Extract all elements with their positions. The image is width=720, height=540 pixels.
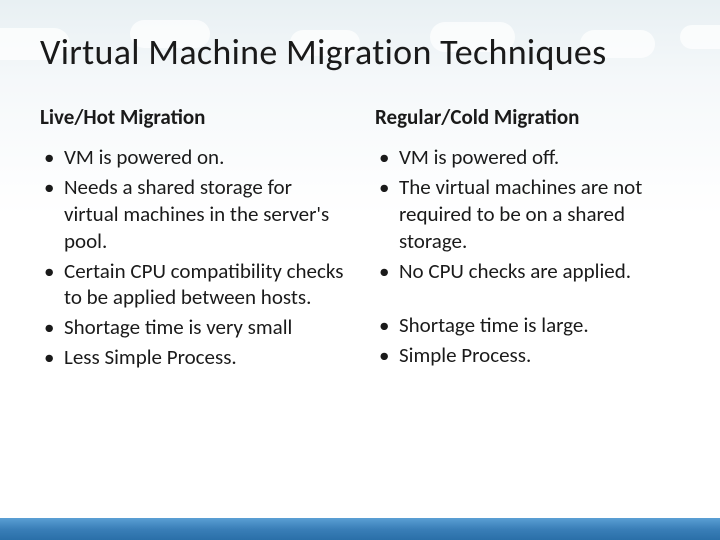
list-item: Less Simple Process. [40, 344, 345, 371]
list-item: Shortage time is large. [375, 312, 680, 339]
list-item: No CPU checks are applied. [375, 258, 680, 285]
left-column: Live/Hot Migration VM is powered on. Nee… [40, 104, 345, 374]
right-heading: Regular/Cold Migration [375, 104, 680, 130]
list-item: Shortage time is very small [40, 314, 345, 341]
right-column: Regular/Cold Migration VM is powered off… [375, 104, 680, 374]
left-heading: Live/Hot Migration [40, 104, 345, 130]
slide-content: Virtual Machine Migration Techniques Liv… [0, 0, 720, 394]
list-item: Certain CPU compatibility checks to be a… [40, 258, 345, 312]
list-item: Simple Process. [375, 342, 680, 369]
footer-bar [0, 518, 720, 540]
list-item: VM is powered on. [40, 144, 345, 171]
slide-title: Virtual Machine Migration Techniques [40, 30, 680, 74]
columns-container: Live/Hot Migration VM is powered on. Nee… [40, 104, 680, 374]
list-item: VM is powered off. [375, 144, 680, 171]
left-list: VM is powered on. Needs a shared storage… [40, 144, 345, 371]
right-list: VM is powered off. The virtual machines … [375, 144, 680, 369]
list-item: The virtual machines are not required to… [375, 174, 680, 255]
list-item: Needs a shared storage for virtual machi… [40, 174, 345, 255]
